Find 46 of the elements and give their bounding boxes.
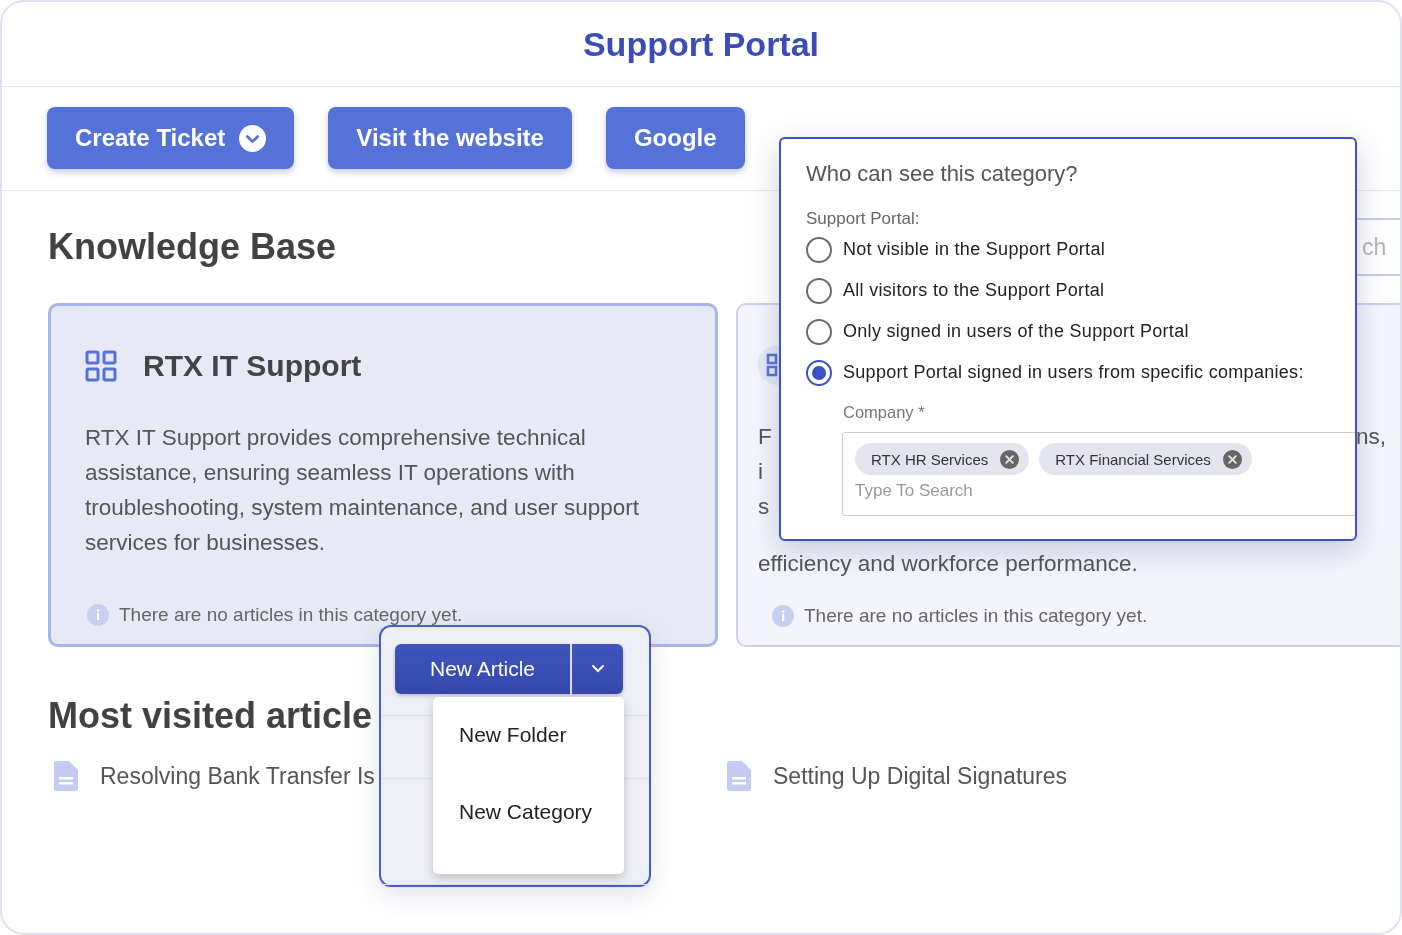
new-article-button[interactable]: New Article [395,644,570,694]
chip-label: RTX HR Services [871,450,989,468]
action-button[interactable]: Visit the website [328,107,572,169]
description-text: efficiency and workforce performance. [758,550,1138,578]
empty-note: There are no articles in this category yet. [804,605,1148,627]
menu-item[interactable]: New Folder [433,723,624,800]
section-title: Most visited article [48,695,373,738]
document-icon [54,761,78,791]
group-label: Support Portal: [806,209,921,229]
menu-item[interactable]: New Category [433,800,624,877]
article-link[interactable]: Setting Up Digital Signatures [773,762,1068,790]
caret-icon [590,664,605,674]
article-link[interactable]: Resolving Bank Transfer Is [100,762,375,790]
description-text: i [758,458,763,486]
document-icon [727,761,751,791]
dropdown-button[interactable] [570,644,623,694]
radio-option[interactable]: All visitors to the Support Portal [806,270,1355,311]
info-icon [87,604,109,626]
category-description: RTX IT Support provides comprehensive technical assistance, ensuring seamless IT operations with troubleshooting, system maintenance, and user support services for businesses. [85,424,641,557]
info-icon [772,605,794,627]
remove-icon[interactable] [1222,449,1242,469]
empty-note: There are no articles in this category yet. [119,604,463,626]
company-field[interactable]: RTX HR Services RTX Financial Services Type To Search [842,432,1355,516]
radio-button[interactable] [806,359,832,386]
chevron-down-icon [239,124,267,152]
field-label: Company * [843,403,926,422]
popup-title: Who can see this category? [806,161,1079,187]
search-input[interactable]: Type To Search [855,481,1076,501]
chip-label: RTX Financial Services [1055,450,1211,468]
radio-button[interactable] [806,277,832,304]
category-card[interactable] [48,303,718,647]
section-title: Knowledge Base [48,226,337,268]
action-button[interactable]: Create Ticket [47,107,295,169]
grid-icon [85,350,117,382]
category-title: RTX IT Support [143,349,362,383]
action-button[interactable]: Google [605,107,745,169]
radio-button[interactable] [806,236,832,263]
radio-button[interactable] [806,318,832,345]
radio-option[interactable]: Not visible in the Support Portal [806,229,1355,270]
description-text: s [758,493,770,521]
description-text: ns, [1356,423,1386,451]
remove-icon[interactable] [1000,449,1020,469]
radio-option[interactable]: Only signed in users of the Support Portal [806,311,1355,352]
description-text: F [758,423,772,451]
radio-option[interactable]: Support Portal signed in users from specific companies: [806,352,1355,393]
portal-title: Support Portal [582,24,820,64]
